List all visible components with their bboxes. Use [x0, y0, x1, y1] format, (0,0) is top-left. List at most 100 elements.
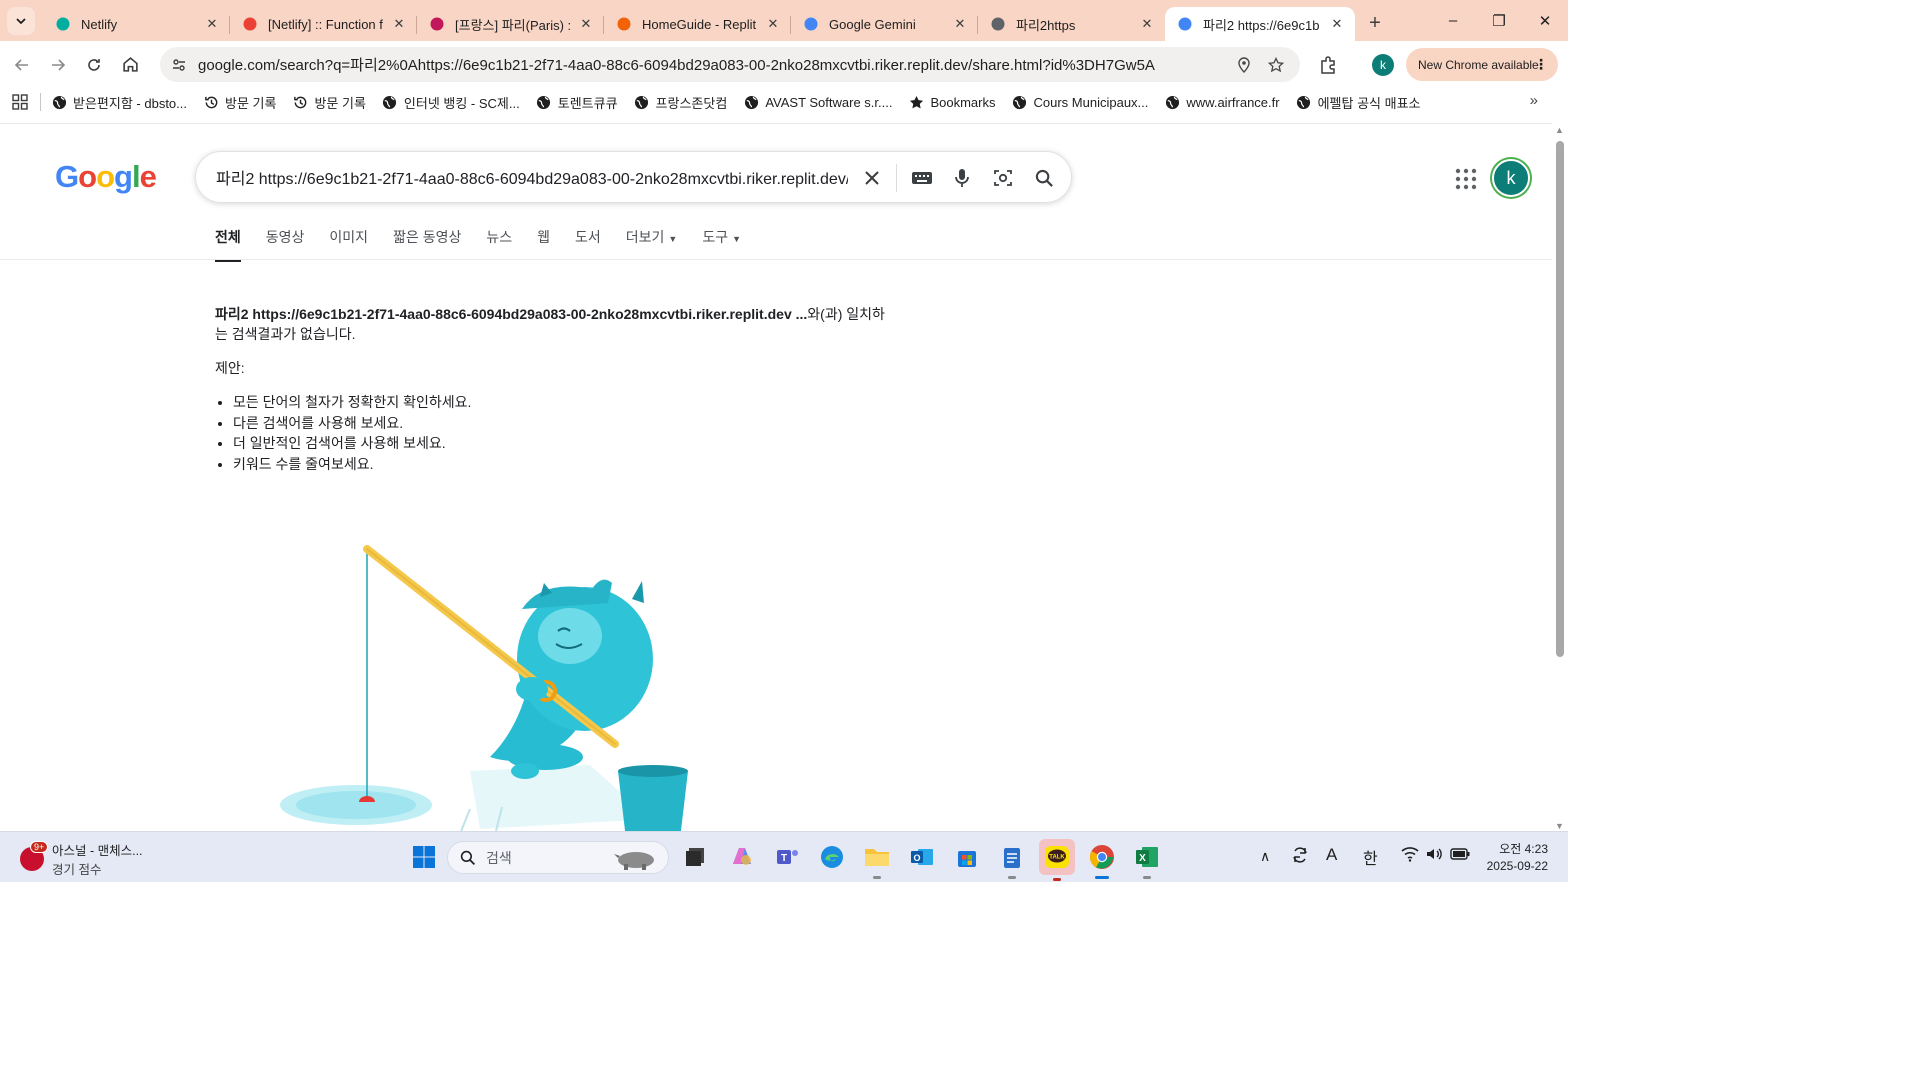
browser-tab[interactable]: Google Gemini ✕	[791, 7, 978, 41]
scroll-up-icon[interactable]: ▲	[1555, 125, 1564, 135]
excel-icon[interactable]: X	[1131, 841, 1163, 879]
tab-tools[interactable]: 도구 ▼	[702, 227, 741, 262]
search-input[interactable]: 파리2 https://6e9c1b21-2f71-4aa0-88c6-6094…	[216, 165, 848, 189]
tabs-divider	[0, 259, 1552, 260]
site-info-icon[interactable]	[164, 57, 194, 73]
running-indicator	[1008, 876, 1016, 879]
close-tab-icon[interactable]: ✕	[391, 16, 407, 32]
extensions-icon[interactable]	[1315, 52, 1341, 78]
chrome-update-button[interactable]: New Chrome available ⋮	[1406, 48, 1558, 81]
tab-videos[interactable]: 동영상	[266, 227, 305, 262]
ime-mode-indicator[interactable]: A	[1326, 845, 1337, 865]
browser-tab[interactable]: 파리2 https://6e9c1b ✕	[1165, 7, 1355, 41]
browser-tab[interactable]: [프랑스] 파리(Paris) : ✕	[417, 7, 604, 41]
store-icon[interactable]	[951, 841, 983, 873]
back-button[interactable]	[4, 47, 40, 83]
volume-icon[interactable]	[1425, 846, 1443, 865]
account-avatar[interactable]: k	[1492, 159, 1530, 197]
bookmark-item[interactable]: www.airfrance.fr	[1164, 94, 1280, 110]
browser-tab[interactable]: [Netlify] :: Function f ✕	[230, 7, 417, 41]
address-bar[interactable]: google.com/search?q=파리2%0Ahttps://6e9c1b…	[160, 47, 1300, 82]
page-scrollbar[interactable]: ▲ ▼	[1552, 123, 1568, 831]
tab-all[interactable]: 전체	[215, 227, 241, 262]
copilot-icon[interactable]	[726, 841, 758, 873]
keyboard-icon[interactable]	[908, 164, 936, 192]
show-hidden-icons-chevron-icon[interactable]: ∧	[1260, 848, 1270, 865]
tab-title: [프랑스] 파리(Paris) :	[455, 17, 572, 33]
outlook-icon[interactable]: O	[906, 841, 938, 873]
close-tab-icon[interactable]: ✕	[952, 16, 968, 32]
bookmark-item[interactable]: 프랑스존닷컴	[634, 93, 727, 112]
scroll-down-icon[interactable]: ▼	[1555, 821, 1564, 831]
bookmark-item[interactable]: 에펠탑 공식 매표소	[1296, 93, 1421, 112]
search-box[interactable]: 파리2 https://6e9c1b21-2f71-4aa0-88c6-6094…	[195, 151, 1072, 203]
tab-news[interactable]: 뉴스	[486, 227, 512, 262]
browser-tab[interactable]: HomeGuide - Replit ✕	[604, 7, 791, 41]
scrollbar-thumb[interactable]	[1556, 141, 1564, 657]
bookmark-star-icon[interactable]	[1260, 56, 1292, 73]
tab-images[interactable]: 이미지	[329, 227, 368, 262]
google-logo[interactable]: Google	[55, 159, 157, 195]
windows-start-icon[interactable]	[408, 841, 440, 873]
chevron-double-right-icon[interactable]: »	[1530, 92, 1538, 109]
close-tab-icon[interactable]: ✕	[578, 16, 594, 32]
bookmark-item[interactable]: 방문 기록	[292, 93, 366, 112]
tab-web[interactable]: 웹	[537, 227, 550, 262]
home-button[interactable]	[112, 47, 148, 83]
bookmark-item[interactable]: Cours Municipaux...	[1012, 94, 1148, 110]
browser-tab[interactable]: 파리2https ✕	[978, 7, 1165, 41]
file-explorer-icon[interactable]	[861, 841, 893, 879]
more-vert-icon[interactable]: ⋮	[1534, 56, 1548, 73]
camera-lens-icon[interactable]	[989, 164, 1017, 192]
notepad-icon[interactable]	[996, 841, 1028, 879]
forward-button[interactable]	[40, 47, 76, 83]
arrow-left-icon	[14, 58, 28, 71]
globe-icon	[382, 94, 398, 110]
bookmark-item[interactable]: 받은편지함 - dbsto...	[51, 93, 187, 112]
globe-icon	[536, 94, 552, 110]
close-tab-icon[interactable]: ✕	[765, 16, 781, 32]
task-view-icon[interactable]	[679, 841, 711, 873]
battery-icon[interactable]	[1450, 847, 1470, 864]
location-icon[interactable]	[1228, 56, 1260, 73]
microphone-icon[interactable]	[948, 164, 976, 192]
restore-button[interactable]: ❐	[1476, 0, 1522, 41]
taskbar-search-box[interactable]: 검색	[447, 841, 669, 874]
kakaotalk-icon[interactable]: TALK	[1039, 839, 1075, 881]
bookmark-item[interactable]: AVAST Software s.r....	[743, 94, 892, 110]
search-icon[interactable]	[1030, 164, 1058, 192]
close-tab-icon[interactable]: ✕	[1329, 16, 1345, 32]
bookmark-item[interactable]: 방문 기록	[203, 93, 276, 112]
ime-language-indicator[interactable]: 한	[1363, 845, 1378, 869]
tab-more[interactable]: 더보기 ▼	[626, 227, 678, 262]
chrome-profile-avatar[interactable]: k	[1372, 54, 1394, 76]
wifi-icon[interactable]	[1401, 846, 1419, 865]
close-tab-icon[interactable]: ✕	[1139, 16, 1155, 32]
new-tab-button[interactable]: +	[1361, 9, 1389, 37]
news-widget[interactable]: 9+ 아스널 - 맨체스... 경기 점수	[20, 840, 143, 878]
bookmark-item[interactable]: 인터넷 뱅킹 - SC제...	[382, 93, 520, 112]
tab-title: 파리2https	[1016, 17, 1076, 33]
apps-shortcut-icon[interactable]	[0, 94, 40, 110]
close-tab-icon[interactable]: ✕	[204, 16, 220, 32]
close-window-button[interactable]: ✕	[1522, 0, 1568, 41]
url-text[interactable]: google.com/search?q=파리2%0Ahttps://6e9c1b…	[194, 54, 1228, 75]
suggestion-item: 다른 검색어를 사용해 보세요.	[233, 413, 885, 434]
tab-short-videos[interactable]: 짧은 동영상	[393, 227, 461, 262]
teams-icon[interactable]: T	[771, 841, 803, 873]
google-apps-icon[interactable]	[1455, 168, 1477, 195]
tab-books[interactable]: 도서	[575, 227, 601, 262]
clear-icon[interactable]	[858, 164, 886, 192]
tab-search-button[interactable]	[7, 7, 35, 35]
chrome-taskbar-icon[interactable]	[1086, 841, 1118, 879]
bookmark-item[interactable]: Bookmarks	[908, 94, 996, 110]
browser-tab[interactable]: Netlify ✕	[43, 7, 230, 41]
sync-icon[interactable]	[1290, 845, 1310, 868]
reload-button[interactable]	[76, 47, 112, 83]
bookmark-item[interactable]: 토렌트큐큐	[536, 93, 618, 112]
minimize-button[interactable]: –	[1430, 0, 1476, 41]
star-icon	[908, 94, 924, 110]
edge-icon[interactable]	[816, 841, 848, 873]
search-tabs: 전체 동영상 이미지 짧은 동영상 뉴스 웹 도서 더보기 ▼ 도구 ▼	[215, 227, 766, 262]
system-clock[interactable]: 오전 4:23 2025-09-22	[1478, 841, 1548, 875]
